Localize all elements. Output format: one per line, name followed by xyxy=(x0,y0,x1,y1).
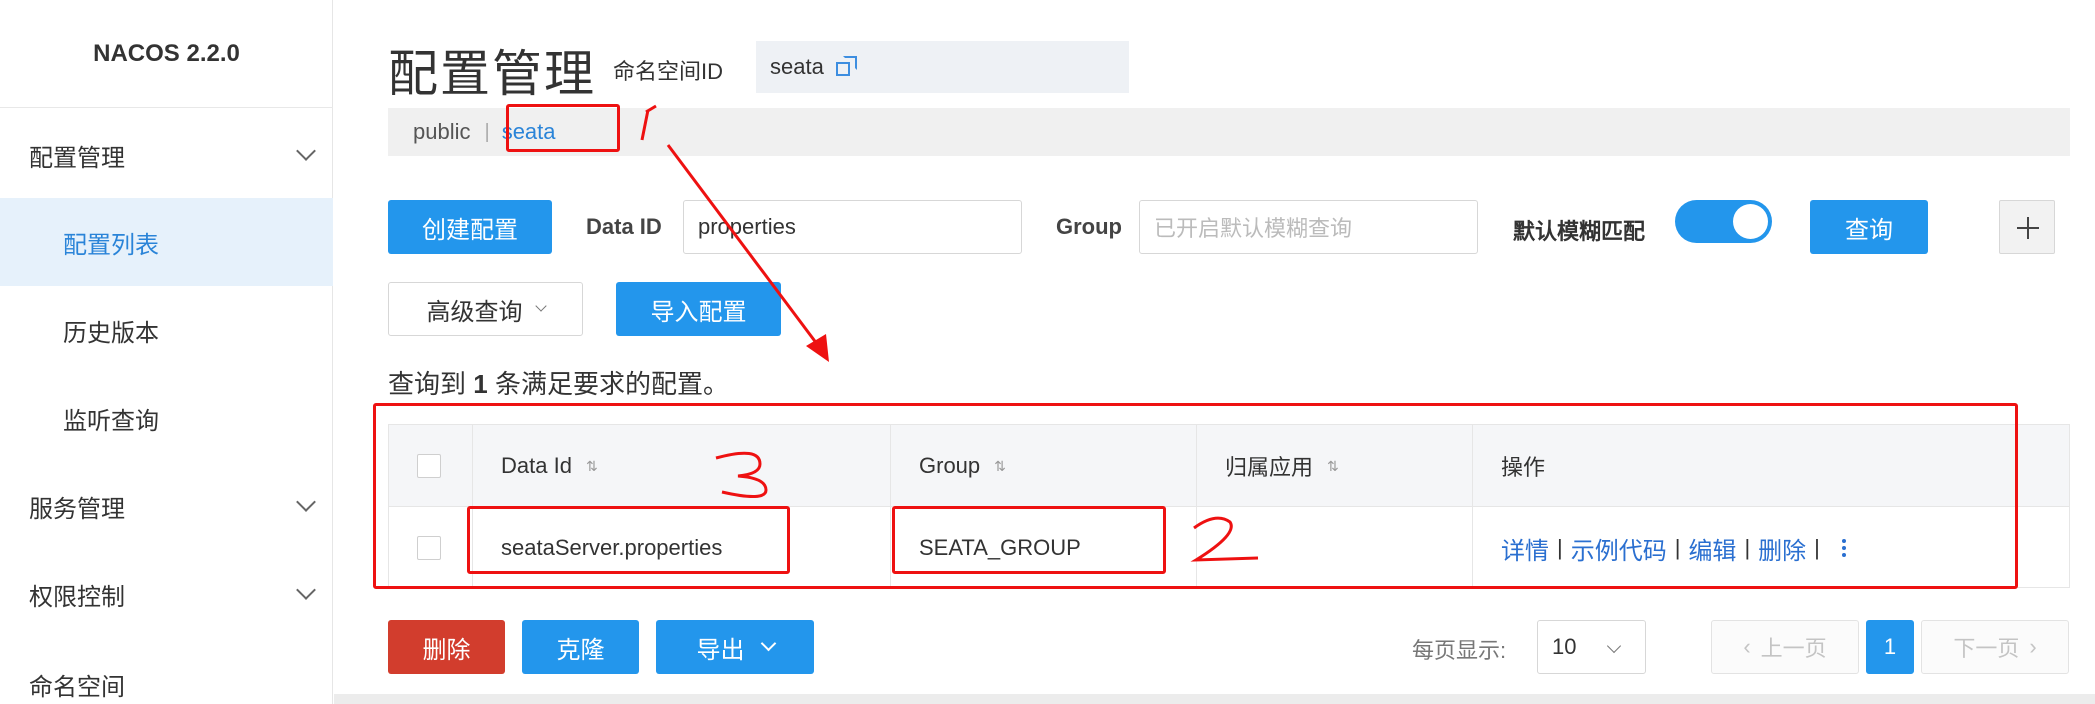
sidebar-item-label: 命名空间 xyxy=(29,673,125,701)
result-summary: 查询到 1 条满足要求的配置。 xyxy=(388,364,729,401)
prev-page-label: 上一页 xyxy=(1760,636,1827,661)
chevron-right-icon: › xyxy=(2029,634,2037,659)
next-page-label: 下一页 xyxy=(1953,636,2020,661)
sidebar-item-label: 权限控制 xyxy=(29,583,125,611)
arrow-head-icon xyxy=(806,334,829,362)
sidebar-item-label: 配置列表 xyxy=(63,231,159,259)
namespace-tab-public[interactable]: public xyxy=(413,119,470,145)
sidebar-item-label: 历史版本 xyxy=(63,319,159,347)
page-size-value: 10 xyxy=(1552,634,1577,659)
bottom-scroll-area xyxy=(334,694,2095,704)
sidebar-item-listener-query[interactable]: 监听查询 xyxy=(0,374,333,462)
create-config-button[interactable]: 创建配置 xyxy=(388,200,552,254)
chevron-down-icon xyxy=(534,300,547,312)
sidebar-item-config-management[interactable]: 配置管理 xyxy=(0,111,333,199)
result-count: 1 xyxy=(473,369,488,399)
namespace-id-text: seata xyxy=(770,54,824,79)
next-page-button[interactable]: 下一页 › xyxy=(1921,620,2069,674)
chevron-down-icon xyxy=(296,492,316,512)
group-label: Group xyxy=(1056,214,1122,239)
chevron-down-icon xyxy=(296,141,316,161)
copy-icon[interactable] xyxy=(835,56,858,78)
sidebar-item-namespace[interactable]: 命名空间 xyxy=(0,640,333,704)
sidebar-item-label: 配置管理 xyxy=(29,144,125,172)
brand-logo: NACOS 2.2.0 xyxy=(0,0,333,108)
namespace-separator: | xyxy=(484,120,490,143)
annotation-box-data-id xyxy=(467,506,790,574)
sidebar-item-label: 服务管理 xyxy=(29,495,125,523)
query-button[interactable]: 查询 xyxy=(1810,200,1928,254)
prev-page-button[interactable]: ‹ 上一页 xyxy=(1711,620,1859,674)
fuzzy-match-label: 默认模糊匹配 xyxy=(1513,219,1646,244)
per-page-label: 每页显示: xyxy=(1412,638,1507,663)
sidebar-item-service-management[interactable]: 服务管理 xyxy=(0,462,333,550)
data-id-input[interactable]: properties xyxy=(683,200,1022,254)
sidebar-item-config-list[interactable]: 配置列表 xyxy=(0,198,333,286)
plus-icon[interactable] xyxy=(1999,200,2055,254)
page-number-current[interactable]: 1 xyxy=(1866,620,1914,674)
advanced-query-label: 高级查询 xyxy=(426,298,523,326)
group-input[interactable]: 已开启默认模糊查询 xyxy=(1139,200,1478,254)
fuzzy-match-toggle[interactable] xyxy=(1675,200,1772,243)
export-label: 导出 xyxy=(696,636,745,664)
delete-button[interactable]: 删除 xyxy=(388,620,505,674)
namespace-id-label: 命名空间ID xyxy=(613,59,724,84)
chevron-down-icon xyxy=(760,635,776,651)
page-title: 配置管理 xyxy=(388,46,596,102)
sidebar-item-label: 监听查询 xyxy=(63,407,159,435)
export-button[interactable]: 导出 xyxy=(656,620,814,674)
page-size-select[interactable]: 10 xyxy=(1537,620,1646,674)
sidebar-item-access-control[interactable]: 权限控制 xyxy=(0,550,333,638)
chevron-left-icon: ‹ xyxy=(1743,634,1751,659)
clone-button[interactable]: 克隆 xyxy=(522,620,639,674)
chevron-down-icon xyxy=(296,580,316,600)
namespace-id-value: seata xyxy=(756,41,1129,93)
sidebar-item-history[interactable]: 历史版本 xyxy=(0,286,333,374)
namespace-tabs: public | seata xyxy=(388,108,2070,156)
import-config-button[interactable]: 导入配置 xyxy=(616,282,781,336)
advanced-query-button[interactable]: 高级查询 xyxy=(388,282,583,336)
sidebar: NACOS 2.2.0 配置管理 配置列表 历史版本 监听查询 服务管理 权限控… xyxy=(0,0,333,704)
data-id-label: Data ID xyxy=(586,214,662,239)
annotation-box-namespace xyxy=(506,104,620,152)
chevron-down-icon xyxy=(1606,638,1622,654)
annotation-box-group xyxy=(892,506,1166,574)
result-suffix: 条满足要求的配置。 xyxy=(494,369,729,399)
result-prefix: 查询到 xyxy=(388,369,467,399)
